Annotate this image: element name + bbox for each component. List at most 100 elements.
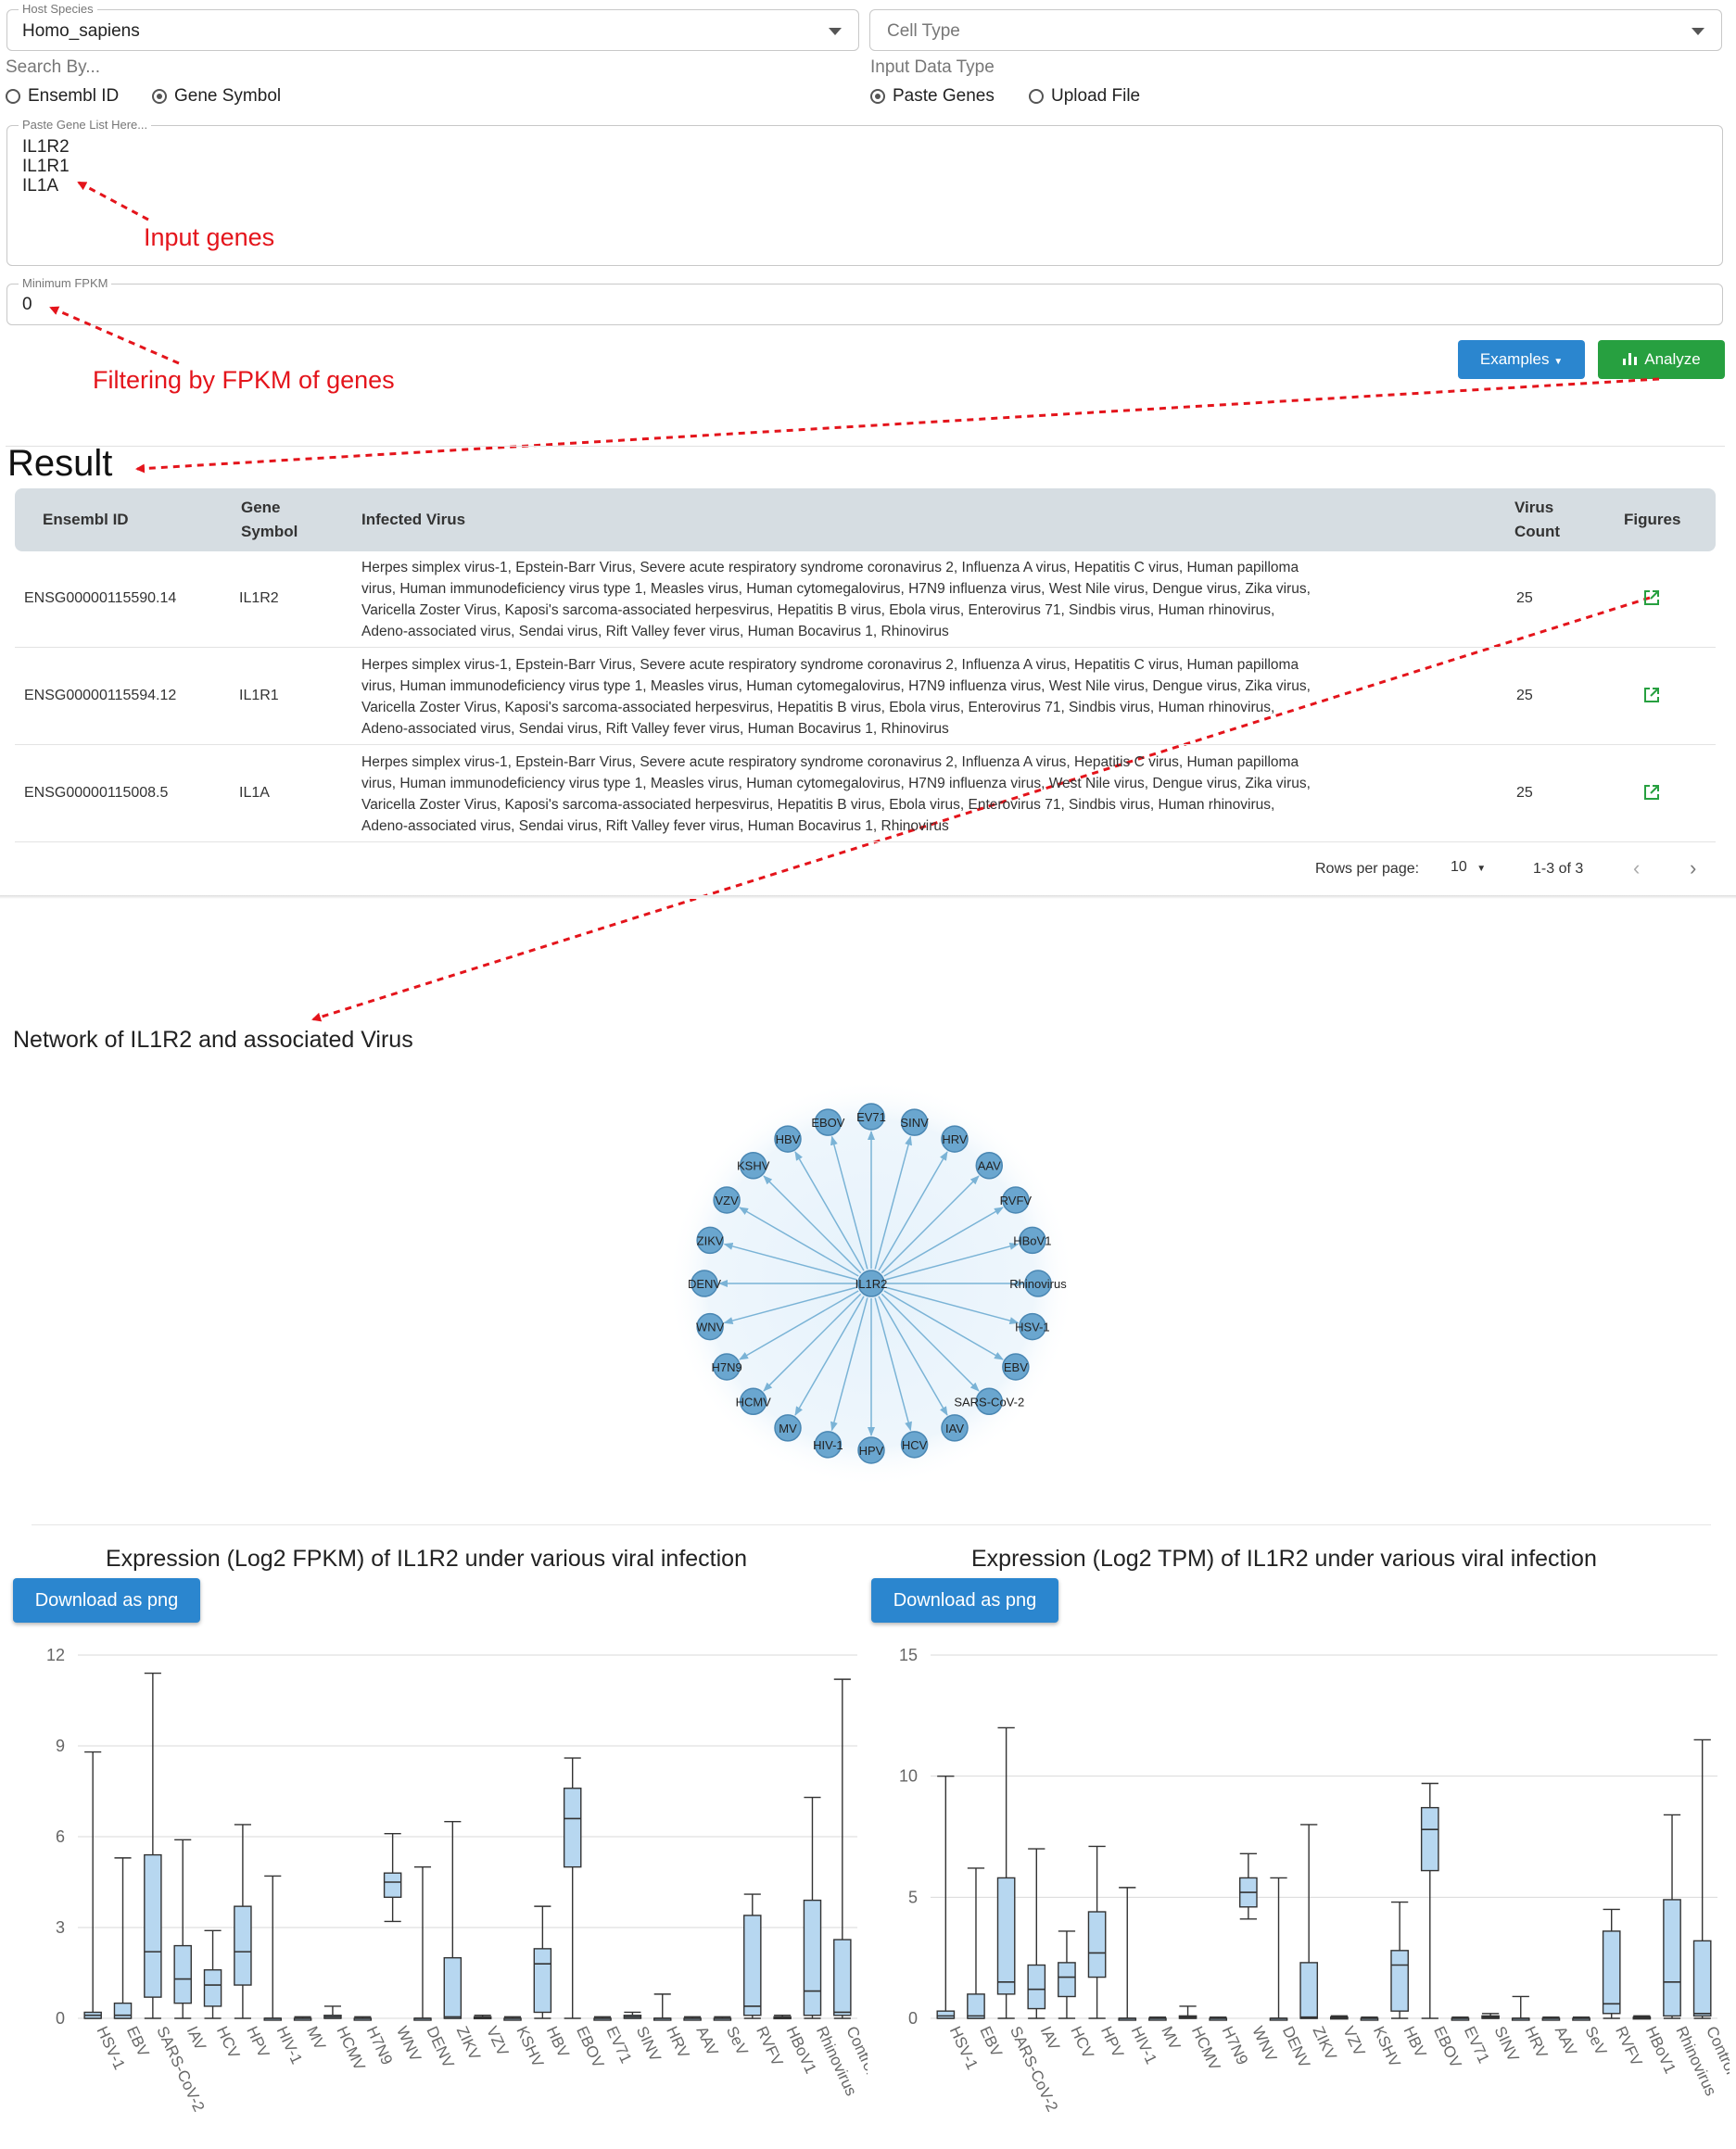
box-HBV[interactable] xyxy=(1390,1901,1409,2019)
rows-per-page-select[interactable]: 10 ▼ xyxy=(1451,859,1486,876)
box-HBoV1[interactable] xyxy=(773,2015,792,2020)
box-HCV[interactable] xyxy=(1058,1930,1076,2019)
box-IAV[interactable] xyxy=(1027,1848,1046,2019)
box-DENV[interactable] xyxy=(1269,1877,1288,2021)
network-node-label: Rhinovirus xyxy=(1009,1277,1067,1291)
box-EBV[interactable] xyxy=(967,1867,985,2019)
box-IAV[interactable] xyxy=(173,1839,192,2019)
x-tick-label: H7N9 xyxy=(1219,2024,1252,2067)
x-tick-label: DENV xyxy=(1279,2024,1313,2071)
box-EBOV[interactable] xyxy=(1420,1782,1439,2019)
box-Rhinovirus[interactable] xyxy=(1663,1814,1681,2019)
box-EBOV[interactable] xyxy=(563,1757,582,2019)
download-png-button[interactable]: Download as png xyxy=(871,1578,1058,1623)
box-iqr xyxy=(1420,1806,1439,1872)
box-SARS-CoV-2[interactable] xyxy=(996,1726,1016,2019)
box-iqr xyxy=(1058,1962,1076,1998)
box-iqr xyxy=(936,2010,956,2019)
x-tick-label: HPV xyxy=(1097,2024,1127,2061)
x-tick-label: RVFV xyxy=(753,2024,787,2069)
network-node-label: EV71 xyxy=(856,1110,886,1124)
box-iqr xyxy=(1027,1964,1046,2010)
box-EV71[interactable] xyxy=(1451,2016,1470,2021)
x-tick-label: HCV xyxy=(1067,2024,1097,2062)
box-KSHV[interactable] xyxy=(1360,2016,1379,2021)
network-node-label: ZIKV xyxy=(697,1233,724,1247)
box-Control[interactable] xyxy=(833,1678,852,2019)
network-node-label: HCMV xyxy=(736,1395,772,1409)
box-RVFV[interactable] xyxy=(743,1893,762,2019)
box-HCMV[interactable] xyxy=(1178,2005,1197,2019)
box-iqr xyxy=(533,1948,552,2014)
box-ZIKV[interactable] xyxy=(1299,1824,1319,2019)
box-ZIKV[interactable] xyxy=(443,1820,463,2019)
header-count-l1: Virus xyxy=(1514,499,1554,516)
prev-page-icon[interactable]: ‹ xyxy=(1633,856,1640,880)
download-png-button[interactable]: Download as png xyxy=(13,1578,200,1623)
box-SeV[interactable] xyxy=(1572,2016,1590,2021)
box-SARS-CoV-2[interactable] xyxy=(144,1672,162,2019)
box-VZV[interactable] xyxy=(473,2015,492,2020)
network-node-label: AAV xyxy=(978,1159,1001,1173)
y-tick-label: 0 xyxy=(908,2009,918,2028)
box-SeV[interactable] xyxy=(713,2016,732,2021)
header-ensembl-id[interactable]: Ensembl ID xyxy=(43,508,129,532)
box-SINV[interactable] xyxy=(623,2011,642,2019)
box-HBoV1[interactable] xyxy=(1632,2015,1652,2020)
x-tick-label: VZV xyxy=(483,2024,512,2060)
virus-line: Varicella Zoster Virus, Kaposi's sarcoma… xyxy=(361,602,1275,618)
header-virus-count[interactable]: Virus Count xyxy=(1514,496,1560,544)
box-SINV[interactable] xyxy=(1481,2013,1500,2019)
next-page-icon[interactable]: › xyxy=(1690,856,1696,880)
box-HPV[interactable] xyxy=(1087,1845,1107,2019)
network-node-label: SARS-CoV-2 xyxy=(954,1395,1024,1409)
box-EV71[interactable] xyxy=(593,2016,612,2021)
row-divider xyxy=(15,744,1716,745)
box-HRV[interactable] xyxy=(1511,1995,1530,2021)
box-HIV-1[interactable] xyxy=(1118,1887,1137,2021)
y-tick-label: 9 xyxy=(56,1737,65,1755)
box-iqr xyxy=(967,1993,985,2019)
open-external-icon[interactable] xyxy=(1643,687,1660,703)
box-MV[interactable] xyxy=(1148,2016,1167,2021)
header-infected-virus[interactable]: Infected Virus xyxy=(361,508,465,532)
box-H7N9[interactable] xyxy=(353,2016,373,2021)
box-KSHV[interactable] xyxy=(503,2016,522,2021)
box-DENV[interactable] xyxy=(413,1865,432,2021)
virus-line: Varicella Zoster Virus, Kaposi's sarcoma… xyxy=(361,797,1275,813)
x-tick-label: EBOV xyxy=(573,2024,607,2071)
open-external-icon[interactable] xyxy=(1643,589,1660,606)
box-HCMV[interactable] xyxy=(323,2005,342,2019)
box-HSV-1[interactable] xyxy=(83,1751,102,2019)
header-gene-symbol[interactable]: Gene Symbol xyxy=(241,496,298,544)
box-Rhinovirus[interactable] xyxy=(803,1796,822,2019)
box-HIV-1[interactable] xyxy=(263,1875,283,2021)
box-RVFV[interactable] xyxy=(1602,1908,1621,2019)
box-iqr xyxy=(743,1915,762,2016)
box-Control[interactable] xyxy=(1692,1738,1712,2019)
virus-line: Herpes simplex virus-1, Epstein-Barr Vir… xyxy=(361,754,1299,770)
y-tick-label: 3 xyxy=(56,1918,65,1937)
box-iqr xyxy=(144,1853,162,1998)
box-WNV[interactable] xyxy=(1239,1852,1258,1920)
virus-line: Adeno-associated virus, Sendai virus, Ri… xyxy=(361,818,949,834)
y-tick-label: 15 xyxy=(899,1646,918,1664)
box-HCV[interactable] xyxy=(203,1929,222,2019)
open-external-icon[interactable] xyxy=(1643,784,1660,801)
virus-line: virus, Human immunodeficiency virus type… xyxy=(361,776,1311,791)
box-VZV[interactable] xyxy=(1329,2015,1349,2020)
table-bottom-shadow xyxy=(0,895,1736,899)
network-graph[interactable]: IL1R2 EV71 SINV HRV AAV RVFV HBoV1 Rhinovirus HS… xyxy=(640,1047,1103,1511)
box-HBV[interactable] xyxy=(533,1905,552,2019)
box-iqr xyxy=(234,1905,252,1986)
box-AAV[interactable] xyxy=(683,2016,702,2021)
box-H7N9[interactable] xyxy=(1209,2016,1228,2021)
x-tick-label: IAV xyxy=(1037,2024,1064,2054)
box-HRV[interactable] xyxy=(653,1993,672,2021)
box-MV[interactable] xyxy=(293,2016,312,2021)
box-EBV[interactable] xyxy=(113,1857,133,2019)
box-HPV[interactable] xyxy=(234,1824,252,2019)
box-AAV[interactable] xyxy=(1541,2016,1561,2021)
box-WNV[interactable] xyxy=(383,1833,402,1923)
network-node-label: HBoV1 xyxy=(1013,1233,1051,1247)
